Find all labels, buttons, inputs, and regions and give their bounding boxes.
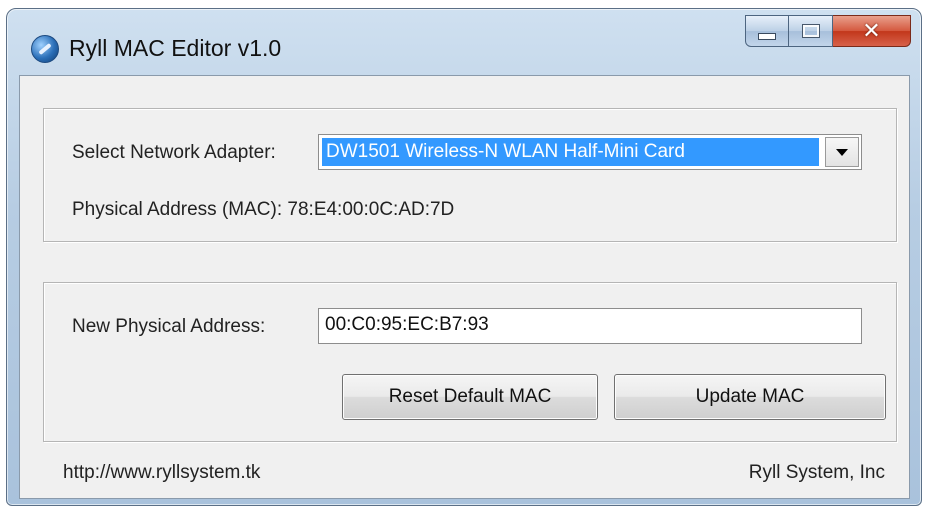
- adapter-group: [43, 108, 897, 242]
- maximize-button[interactable]: [789, 15, 833, 47]
- new-address-label: New Physical Address:: [72, 316, 266, 337]
- dropdown-button[interactable]: [825, 137, 859, 167]
- client-area: Select Network Adapter: DW1501 Wireless-…: [19, 75, 910, 499]
- company-name: Ryll System, Inc: [748, 462, 885, 483]
- mac-address-readout: Physical Address (MAC): 78:E4:00:0C:AD:7…: [72, 199, 454, 221]
- caption-buttons: ✕: [745, 15, 911, 51]
- mac-address-value: 78:E4:00:0C:AD:7D: [287, 199, 455, 220]
- adapter-select-value: DW1501 Wireless-N WLAN Half-Mini Card: [322, 138, 819, 166]
- minimize-icon: [758, 32, 776, 40]
- website-link[interactable]: http://www.ryllsystem.tk: [63, 462, 260, 484]
- chevron-down-icon: [836, 148, 848, 156]
- adapter-label: Select Network Adapter:: [72, 142, 276, 163]
- close-icon: ✕: [862, 18, 881, 43]
- reset-default-mac-button[interactable]: Reset Default MAC: [342, 374, 598, 420]
- window-title: Ryll MAC Editor v1.0: [69, 35, 282, 61]
- app-window: Ryll MAC Editor v1.0 ✕ Select Network Ad…: [6, 8, 922, 506]
- update-mac-button[interactable]: Update MAC: [614, 374, 886, 420]
- mac-address-label: Physical Address (MAC):: [72, 199, 283, 220]
- new-address-input[interactable]: 00:C0:95:EC:B7:93: [318, 308, 862, 344]
- maximize-icon: [801, 24, 820, 38]
- title-bar[interactable]: Ryll MAC Editor v1.0 ✕: [7, 9, 921, 75]
- close-button[interactable]: ✕: [833, 15, 911, 47]
- globe-app-icon: [31, 35, 59, 63]
- adapter-select[interactable]: DW1501 Wireless-N WLAN Half-Mini Card: [318, 134, 862, 170]
- minimize-button[interactable]: [745, 15, 789, 47]
